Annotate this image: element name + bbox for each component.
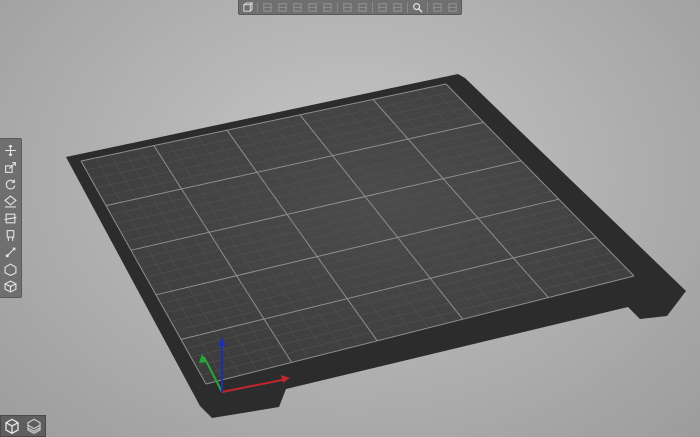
- copy-icon: [308, 2, 317, 12]
- toolbar-separator: [372, 1, 374, 13]
- measure-tool-button[interactable]: [2, 278, 20, 294]
- paste-button[interactable]: [321, 1, 334, 13]
- hollow-icon: [4, 262, 17, 276]
- split-to-objects-icon: [378, 2, 387, 12]
- search-button[interactable]: [411, 1, 424, 13]
- layer-editing-icon: [433, 2, 442, 12]
- layer-editing-button[interactable]: [431, 1, 444, 13]
- paste-icon: [323, 2, 332, 12]
- move-icon: [5, 144, 16, 156]
- measure-icon: [4, 279, 17, 293]
- add-instance-icon: [343, 2, 352, 12]
- toolbar-separator: [407, 1, 409, 13]
- arrange-icon: [293, 2, 302, 12]
- arrange-button[interactable]: [291, 1, 304, 13]
- place-on-face-tool-button[interactable]: [2, 193, 20, 209]
- 3d-viewport[interactable]: [0, 0, 700, 437]
- scale-icon: [5, 161, 16, 173]
- search-icon: [413, 2, 423, 13]
- cut-icon: [4, 213, 17, 223]
- print-bed-scene[interactable]: [0, 0, 700, 437]
- toolbar-separator: [257, 1, 258, 13]
- add-object-button[interactable]: [241, 1, 254, 13]
- toolbar-separator: [427, 1, 429, 13]
- preview-button[interactable]: [25, 417, 43, 435]
- delete-all-button[interactable]: [276, 1, 289, 13]
- undo-icon: [448, 2, 457, 12]
- split-to-parts-button[interactable]: [391, 1, 404, 13]
- place-on-face-icon: [4, 194, 17, 207]
- undo-button[interactable]: [446, 1, 459, 13]
- split-to-objects-button[interactable]: [376, 1, 389, 13]
- copy-button[interactable]: [306, 1, 319, 13]
- 3d-view-button[interactable]: [3, 417, 21, 435]
- toolbar-separator: [337, 1, 339, 13]
- delete-icon: [263, 2, 272, 12]
- rotate-icon: [5, 179, 16, 189]
- top-toolbar: [238, 0, 462, 15]
- add-instance-button[interactable]: [341, 1, 354, 13]
- move-tool-button[interactable]: [2, 142, 20, 158]
- remove-instance-icon: [358, 2, 367, 12]
- cut-tool-button[interactable]: [2, 210, 20, 226]
- seam-painting-icon: [5, 247, 16, 257]
- 3d-view-icon: [5, 418, 19, 434]
- rotate-tool-button[interactable]: [2, 176, 20, 192]
- seam-painting-tool-button[interactable]: [2, 244, 20, 260]
- delete-all-icon: [278, 2, 287, 12]
- left-toolbar: [0, 138, 22, 298]
- view-toggle: [0, 415, 46, 437]
- paint-supports-icon: [6, 229, 15, 241]
- split-to-parts-icon: [393, 2, 402, 12]
- delete-button[interactable]: [261, 1, 274, 13]
- add-object-icon: [243, 1, 254, 12]
- scale-tool-button[interactable]: [2, 159, 20, 175]
- preview-icon: [27, 418, 41, 434]
- remove-instance-button[interactable]: [356, 1, 369, 13]
- paint-supports-tool-button[interactable]: [2, 227, 20, 243]
- hollow-tool-button[interactable]: [2, 261, 20, 277]
